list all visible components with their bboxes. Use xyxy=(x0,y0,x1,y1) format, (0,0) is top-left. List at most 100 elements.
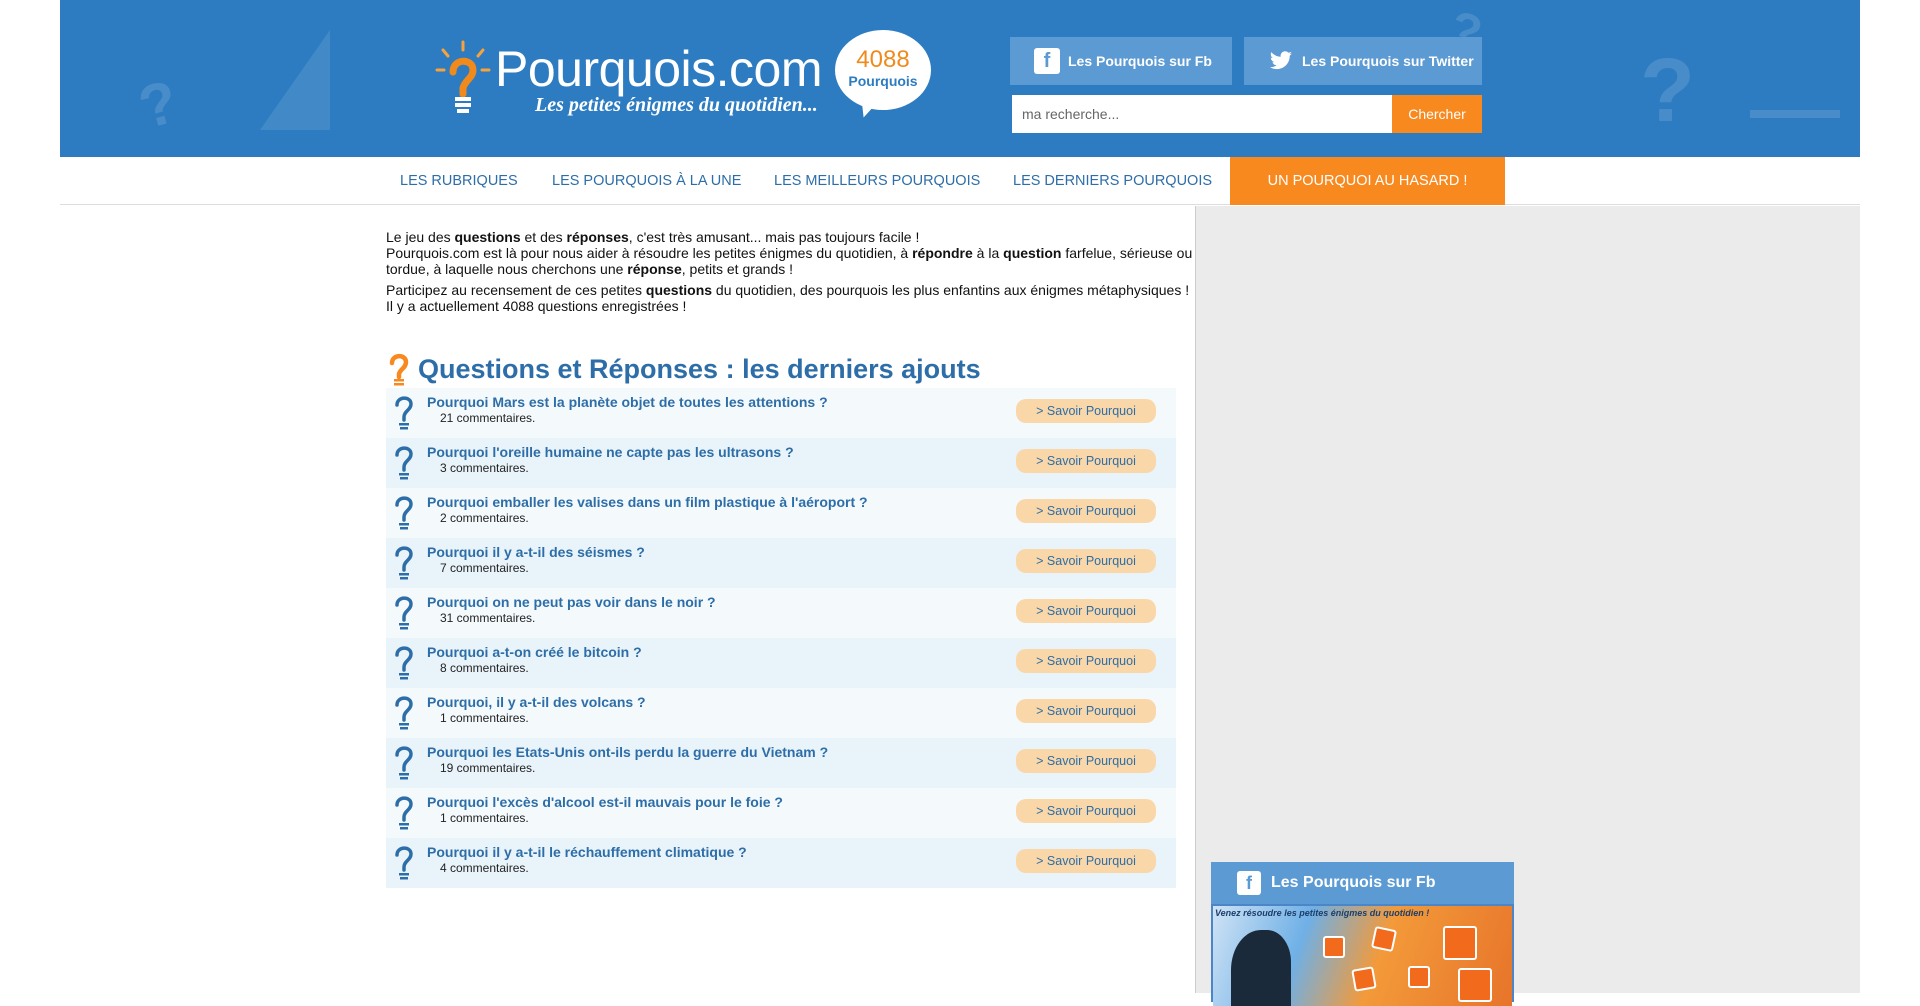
question-title-link[interactable]: Pourquoi on ne peut pas voir dans le noi… xyxy=(427,594,716,610)
question-comments-count: 1 commentaires. xyxy=(440,811,529,825)
lightbulb-icon xyxy=(389,353,409,386)
question-row: Pourquoi les Etats-Unis ont-ils perdu la… xyxy=(386,738,1176,788)
search-input[interactable] xyxy=(1012,95,1392,133)
decorative-bar xyxy=(1750,110,1840,118)
nav-item-rubriques[interactable]: LES RUBRIQUES xyxy=(400,157,518,205)
facebook-widget-banner: Venez résoudre les petites énigmes du qu… xyxy=(1213,906,1512,1006)
question-mark-icon xyxy=(395,646,413,680)
question-mark-icon xyxy=(395,746,413,780)
question-comments-count: 2 commentaires. xyxy=(440,511,529,525)
intro-text-span: Pourquois.com est là pour nous aider à r… xyxy=(386,245,913,261)
nav-item-meilleurs[interactable]: LES MEILLEURS POURQUOIS xyxy=(774,157,980,205)
facebook-widget-header: f Les Pourquois sur Fb xyxy=(1211,862,1514,904)
intro-bold-word: réponses xyxy=(566,229,629,245)
banner-tile xyxy=(1408,966,1430,988)
twitter-button[interactable]: Les Pourquois sur Twitter xyxy=(1244,37,1482,85)
question-comments-count: 1 commentaires. xyxy=(440,711,529,725)
question-row: Pourquoi il y a-t-il des séismes ? 7 comm… xyxy=(386,538,1176,588)
nav-item-hasard[interactable]: UN POURQUOI AU HASARD ! xyxy=(1230,157,1505,205)
question-row: Pourquoi l'excès d'alcool est-il mauvais… xyxy=(386,788,1176,838)
intro-paragraph: Participez au recensement de ces petites… xyxy=(386,282,1196,314)
savoir-pourquoi-button[interactable]: > Savoir Pourquoi xyxy=(1016,599,1156,623)
decorative-question-mark: ? xyxy=(1640,41,1695,141)
question-row: Pourquoi a-t-on créé le bitcoin ? 8 comme… xyxy=(386,638,1176,688)
question-title-link[interactable]: Pourquoi Mars est la planète objet de to… xyxy=(427,394,828,410)
sidebar: f Les Pourquois sur Fb Venez résoudre le… xyxy=(1195,206,1860,1006)
banner-tile xyxy=(1370,925,1398,953)
main-nav: LES RUBRIQUES LES POURQUOIS À LA UNE LES… xyxy=(60,157,1860,205)
facebook-button-label: Les Pourquois sur Fb xyxy=(1068,53,1212,69)
site-tagline: Les petites énigmes du quotidien... xyxy=(535,94,818,116)
savoir-pourquoi-button[interactable]: > Savoir Pourquoi xyxy=(1016,549,1156,573)
question-mark-icon xyxy=(395,796,413,830)
question-mark-icon xyxy=(395,696,413,730)
lightbulb-icon xyxy=(435,40,491,113)
question-title-link[interactable]: Pourquoi l'oreille humaine ne capte pas … xyxy=(427,444,794,460)
twitter-button-label: Les Pourquois sur Twitter xyxy=(1302,53,1474,69)
site-logo[interactable]: Pourquois.com Les petites énigmes du quo… xyxy=(435,32,885,132)
question-row: Pourquoi Mars est la planète objet de to… xyxy=(386,388,1176,438)
savoir-pourquoi-button[interactable]: > Savoir Pourquoi xyxy=(1016,499,1156,523)
intro-bold-word: réponse xyxy=(627,261,682,277)
question-title-link[interactable]: Pourquoi emballer les valises dans un fi… xyxy=(427,494,868,510)
nav-item-a-la-une[interactable]: LES POURQUOIS À LA UNE xyxy=(552,157,741,205)
question-comments-count: 19 commentaires. xyxy=(440,761,536,775)
question-title-link[interactable]: Pourquoi il y a-t-il le réchauffement cl… xyxy=(427,844,747,860)
nav-item-derniers[interactable]: LES DERNIERS POURQUOIS xyxy=(1013,157,1212,205)
question-comments-count: 21 commentaires. xyxy=(440,411,536,425)
silhouette-head-image xyxy=(1231,930,1291,1006)
banner-tile xyxy=(1351,966,1377,992)
site-name: Pourquois.com xyxy=(495,41,823,97)
question-counter: 4088 Pourquois xyxy=(835,30,931,121)
intro-bold-word: question xyxy=(1003,245,1062,261)
counter-value: 4088 xyxy=(856,46,910,73)
intro-text-span: Le jeu des xyxy=(386,229,455,245)
question-row: Pourquoi, il y a-t-il des volcans ? 1 com… xyxy=(386,688,1176,738)
intro-text-span: Participez au recensement de ces petites xyxy=(386,282,646,298)
savoir-pourquoi-button[interactable]: > Savoir Pourquoi xyxy=(1016,849,1156,873)
question-title-link[interactable]: Pourquoi les Etats-Unis ont-ils perdu la… xyxy=(427,744,828,760)
intro-text-span: à la xyxy=(972,245,1004,261)
savoir-pourquoi-button[interactable]: > Savoir Pourquoi xyxy=(1016,799,1156,823)
search-button[interactable]: Chercher xyxy=(1392,95,1482,133)
intro-text-span: et des xyxy=(520,229,567,245)
intro-text: Le jeu des questions et des réponses, c'… xyxy=(386,229,1196,319)
section-title: Questions et Réponses : les derniers ajo… xyxy=(418,353,981,384)
counter-label: Pourquois xyxy=(848,73,918,89)
savoir-pourquoi-button[interactable]: > Savoir Pourquoi xyxy=(1016,699,1156,723)
page: ? ? ? Pourquois.com Les petites énigmes … xyxy=(60,0,1860,1006)
question-comments-count: 4 commentaires. xyxy=(440,861,529,875)
intro-bold-word: questions xyxy=(454,229,521,245)
question-row: Pourquoi on ne peut pas voir dans le noi… xyxy=(386,588,1176,638)
savoir-pourquoi-button[interactable]: > Savoir Pourquoi xyxy=(1016,449,1156,473)
twitter-icon xyxy=(1268,48,1294,74)
question-mark-icon xyxy=(395,396,413,430)
questions-list: Pourquoi Mars est la planète objet de to… xyxy=(386,388,1176,888)
question-row: Pourquoi l'oreille humaine ne capte pas … xyxy=(386,438,1176,488)
facebook-icon: f xyxy=(1237,871,1261,895)
intro-text-span: , petits et grands ! xyxy=(681,261,794,277)
banner-caption: Venez résoudre les petites énigmes du qu… xyxy=(1215,908,1430,918)
question-comments-count: 3 commentaires. xyxy=(440,461,529,475)
banner-tile xyxy=(1458,968,1492,1002)
decorative-question-mark: ? xyxy=(131,67,185,142)
savoir-pourquoi-button[interactable]: > Savoir Pourquoi xyxy=(1016,649,1156,673)
savoir-pourquoi-button[interactable]: > Savoir Pourquoi xyxy=(1016,749,1156,773)
banner-tile xyxy=(1323,936,1345,958)
question-title-link[interactable]: Pourquoi il y a-t-il des séismes ? xyxy=(427,544,645,560)
question-mark-icon xyxy=(395,596,413,630)
question-title-link[interactable]: Pourquoi a-t-on créé le bitcoin ? xyxy=(427,644,642,660)
question-title-link[interactable]: Pourquoi l'excès d'alcool est-il mauvais… xyxy=(427,794,783,810)
decorative-triangle xyxy=(260,30,330,130)
question-title-link[interactable]: Pourquoi, il y a-t-il des volcans ? xyxy=(427,694,646,710)
facebook-button[interactable]: f Les Pourquois sur Fb xyxy=(1010,37,1232,85)
intro-paragraph: Le jeu des questions et des réponses, c'… xyxy=(386,229,1196,277)
site-header: ? ? ? Pourquois.com Les petites énigmes … xyxy=(60,0,1860,157)
facebook-icon: f xyxy=(1034,48,1060,74)
question-comments-count: 8 commentaires. xyxy=(440,661,529,675)
question-mark-icon xyxy=(395,446,413,480)
facebook-widget-title: Les Pourquois sur Fb xyxy=(1271,874,1436,891)
section-heading: Questions et Réponses : les derniers ajo… xyxy=(386,349,981,389)
savoir-pourquoi-button[interactable]: > Savoir Pourquoi xyxy=(1016,399,1156,423)
facebook-widget[interactable]: f Les Pourquois sur Fb Venez résoudre le… xyxy=(1211,862,1514,1006)
